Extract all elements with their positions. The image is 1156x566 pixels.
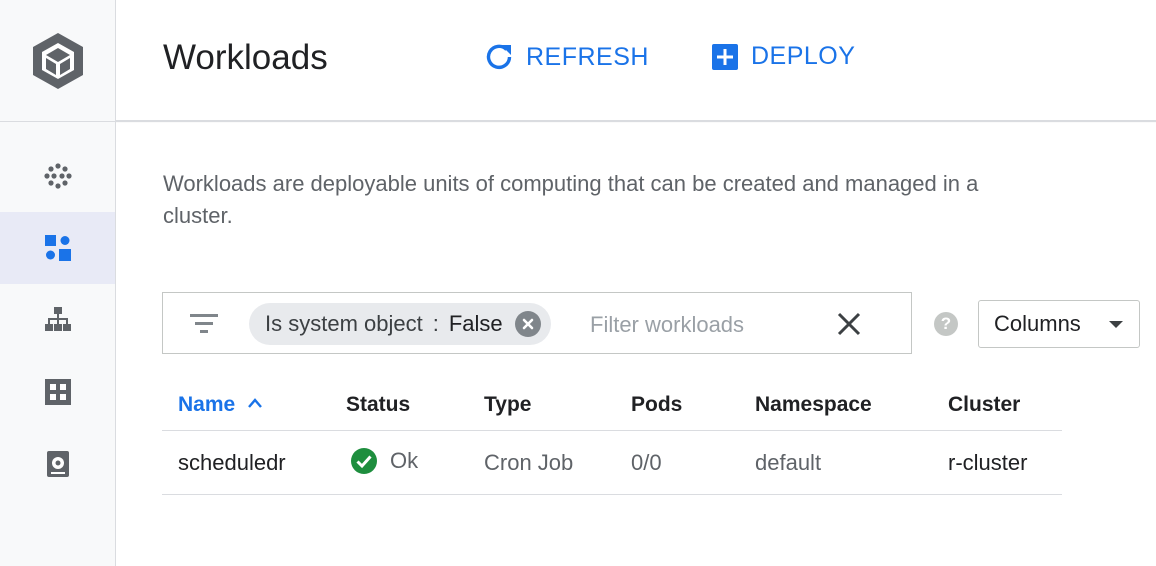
filter-chip-separator: : bbox=[432, 311, 439, 336]
page-title: Workloads bbox=[163, 38, 328, 77]
pods-cell: 0/0 bbox=[631, 450, 662, 475]
clusters-icon bbox=[43, 163, 72, 189]
workloads-table: Name Status Type Pods Namespace Cluster … bbox=[162, 380, 1062, 495]
workloads-icon bbox=[44, 235, 71, 261]
deploy-label: DEPLOY bbox=[751, 42, 856, 70]
table-header-row: Name Status Type Pods Namespace Cluster bbox=[162, 380, 1062, 431]
add-box-icon bbox=[712, 43, 738, 70]
refresh-icon bbox=[486, 44, 512, 70]
filter-chip[interactable]: Is system object : False bbox=[249, 303, 551, 345]
deploy-button[interactable]: DEPLOY bbox=[711, 42, 855, 71]
column-header-pods[interactable]: Pods bbox=[631, 393, 682, 417]
filter-list-icon[interactable] bbox=[189, 311, 219, 337]
column-header-namespace[interactable]: Namespace bbox=[755, 393, 872, 417]
nav-workloads[interactable] bbox=[0, 212, 115, 284]
help-icon[interactable]: ? bbox=[934, 312, 958, 336]
filter-chip-key: Is system object bbox=[265, 311, 423, 336]
status-text: Ok bbox=[390, 448, 419, 473]
caret-down-icon bbox=[1109, 321, 1123, 328]
nav-applications[interactable] bbox=[0, 356, 115, 428]
kubernetes-engine-logo-icon bbox=[32, 32, 83, 89]
services-icon bbox=[44, 307, 71, 331]
nav-services[interactable] bbox=[0, 284, 115, 356]
columns-dropdown[interactable]: Columns bbox=[978, 300, 1140, 348]
nav-storage[interactable] bbox=[0, 428, 115, 500]
workload-name-link[interactable]: scheduledr bbox=[178, 450, 286, 476]
storage-icon bbox=[46, 451, 69, 477]
filter-chip-value: False bbox=[448, 311, 503, 336]
applications-icon bbox=[44, 379, 71, 405]
sort-ascending-icon bbox=[248, 398, 262, 408]
column-header-cluster[interactable]: Cluster bbox=[948, 393, 1020, 417]
filter-bar: Is system object : False bbox=[162, 292, 912, 354]
cluster-cell[interactable]: r-cluster bbox=[948, 450, 1027, 476]
page-header: Workloads REFRESH DEPLOY bbox=[116, 0, 1156, 122]
column-header-type[interactable]: Type bbox=[484, 393, 531, 417]
refresh-button[interactable]: REFRESH bbox=[484, 42, 649, 72]
column-header-name[interactable]: Name bbox=[178, 393, 263, 417]
columns-label: Columns bbox=[994, 311, 1081, 336]
clear-filter-icon[interactable] bbox=[835, 310, 863, 338]
refresh-label: REFRESH bbox=[526, 42, 649, 71]
nav-clusters[interactable] bbox=[0, 140, 115, 212]
page-description: Workloads are deployable units of comput… bbox=[163, 171, 979, 228]
check-circle-icon bbox=[351, 448, 377, 474]
product-logo[interactable] bbox=[0, 0, 115, 122]
filter-input[interactable] bbox=[588, 308, 792, 342]
column-header-status[interactable]: Status bbox=[346, 393, 410, 417]
table-row[interactable]: scheduledr Ok Cron Job 0/0 default r-clu… bbox=[162, 431, 1062, 495]
remove-chip-icon[interactable] bbox=[514, 311, 541, 337]
app-root: Workloads REFRESH DEPLOY Workloads are d… bbox=[0, 0, 1156, 566]
left-nav-rail bbox=[0, 0, 116, 566]
namespace-cell: default bbox=[755, 450, 822, 475]
status-cell: Ok bbox=[350, 447, 418, 475]
type-cell: Cron Job bbox=[484, 450, 574, 475]
